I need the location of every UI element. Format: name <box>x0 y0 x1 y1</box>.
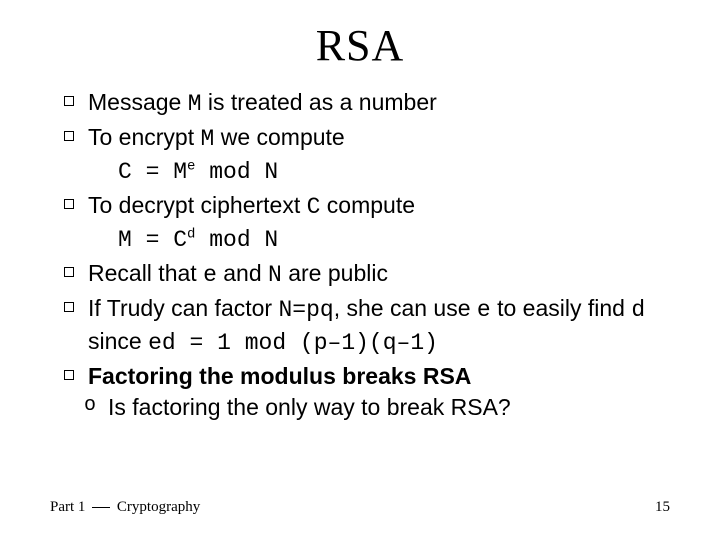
slide-title: RSA <box>50 20 670 71</box>
text: If Trudy can factor <box>88 295 278 321</box>
text: and <box>217 260 268 286</box>
text: since <box>88 328 148 354</box>
var-d: d <box>631 297 645 323</box>
footer-part: Part 1 <box>50 499 89 515</box>
page-number: 15 <box>655 499 670 516</box>
bullet-message-number: Message M is treated as a number <box>60 87 670 120</box>
var-c: C <box>307 194 321 220</box>
footer-left: Part 1 Cryptography <box>50 499 200 516</box>
text: we compute <box>214 124 344 150</box>
bullet-list: Message M is treated as a number To encr… <box>50 87 670 392</box>
decrypt-equation: M = Cd mod N <box>88 223 670 256</box>
var-n: N <box>268 262 282 288</box>
eq-text: mod N <box>195 227 278 253</box>
bold-text: Factoring the modulus breaks RSA <box>88 363 471 389</box>
bullet-decrypt: To decrypt ciphertext C compute M = Cd m… <box>60 190 670 256</box>
eq-text: mod N <box>195 159 278 185</box>
text: are public <box>282 260 388 286</box>
eq-text: M = C <box>118 227 187 253</box>
bullet-factoring-breaks: Factoring the modulus breaks RSA <box>60 361 670 392</box>
eq-npq: N=pq <box>278 297 333 323</box>
eq-text: C = M <box>118 159 187 185</box>
var-e: e <box>203 262 217 288</box>
text: is treated as a number <box>202 89 437 115</box>
text: to easily find <box>491 295 632 321</box>
text: Recall that <box>88 260 203 286</box>
bullet-encrypt: To encrypt M we compute C = Me mod N <box>60 122 670 188</box>
footer-topic: Cryptography <box>113 499 200 515</box>
text: compute <box>320 192 415 218</box>
bullet-factor-trudy: If Trudy can factor N=pq, she can use e … <box>60 293 670 359</box>
em-dash-icon <box>92 507 110 508</box>
var-e: e <box>477 297 491 323</box>
text: Message <box>88 89 188 115</box>
var-m: M <box>201 126 215 152</box>
slide: RSA Message M is treated as a number To … <box>0 0 720 540</box>
sub-bullet-list: Is factoring the only way to break RSA? <box>50 394 670 421</box>
text: Is factoring the only way to break RSA? <box>108 394 511 420</box>
var-m: M <box>188 91 202 117</box>
encrypt-equation: C = Me mod N <box>88 155 670 188</box>
bullet-recall-public: Recall that e and N are public <box>60 258 670 291</box>
text: To encrypt <box>88 124 201 150</box>
sub-bullet-question: Is factoring the only way to break RSA? <box>84 394 670 421</box>
text: , she can use <box>334 295 477 321</box>
eq-ed: ed = 1 mod (p–1)(q–1) <box>148 330 438 356</box>
text: To decrypt ciphertext <box>88 192 307 218</box>
slide-footer: Part 1 Cryptography 15 <box>50 499 670 516</box>
